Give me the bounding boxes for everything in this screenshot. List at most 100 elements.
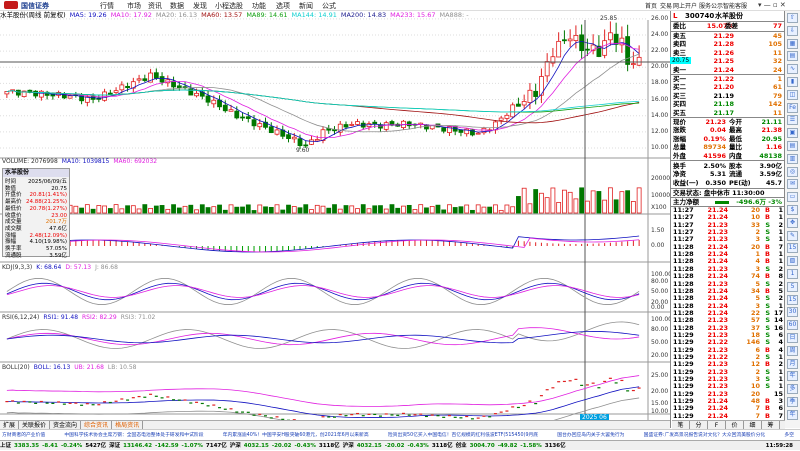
- candle[interactable]: [510, 104, 516, 118]
- candle[interactable]: [217, 99, 222, 108]
- bid-row[interactable]: 买二 21.20 61: [673, 83, 784, 91]
- toolbar-button-3[interactable]: ▤: [787, 51, 798, 62]
- toolbar-button-12[interactable]: ◎: [787, 166, 798, 177]
- toolbar-button-16[interactable]: ✥: [787, 217, 798, 228]
- candle[interactable]: [113, 90, 119, 93]
- toolbar-button-30[interactable]: 季: [787, 397, 798, 407]
- toolbar-button-28[interactable]: 年: [787, 371, 798, 382]
- candle[interactable]: [567, 38, 573, 42]
- toolbar-button-22[interactable]: 15: [787, 294, 798, 305]
- toolbar-button-10[interactable]: ▤: [787, 141, 798, 151]
- toolbar-button-31[interactable]: 年: [787, 409, 798, 420]
- candle[interactable]: [4, 91, 10, 95]
- toolbar-button-15[interactable]: $: [787, 205, 798, 215]
- candle[interactable]: [625, 36, 631, 65]
- candle[interactable]: [355, 121, 360, 125]
- bid-row[interactable]: 买一 21.22 1: [673, 75, 784, 83]
- toolbar-button-13[interactable]: ✉: [787, 179, 798, 190]
- candle[interactable]: [458, 129, 464, 133]
- candle[interactable]: [297, 138, 303, 147]
- candle[interactable]: [498, 117, 504, 121]
- ask-row[interactable]: 卖四 21.28 105: [673, 40, 784, 48]
- toolbar-button-25[interactable]: 日: [787, 333, 798, 343]
- candle[interactable]: [475, 132, 481, 135]
- candle[interactable]: [222, 104, 228, 112]
- bid-row[interactable]: 买五 21.17 11: [673, 109, 784, 117]
- ask-row[interactable]: 卖五 21.29 45: [673, 32, 784, 40]
- candle[interactable]: [441, 127, 447, 132]
- toolbar-button-7[interactable]: Fe: [787, 102, 798, 113]
- candle[interactable]: [343, 124, 349, 128]
- candle[interactable]: [159, 76, 165, 83]
- candle[interactable]: [527, 89, 533, 103]
- toolbar-button-24[interactable]: 60: [787, 320, 798, 331]
- candle[interactable]: [613, 33, 619, 45]
- toolbar-button-5[interactable]: ▮: [787, 77, 798, 87]
- candle[interactable]: [136, 78, 142, 81]
- candle[interactable]: [556, 40, 562, 58]
- toolbar-button-20[interactable]: 1: [787, 269, 798, 279]
- toolbar-button-29[interactable]: 多: [787, 384, 798, 395]
- candle[interactable]: [171, 80, 176, 88]
- candle[interactable]: [504, 114, 510, 119]
- toolbar-button-19[interactable]: ▧: [787, 256, 798, 267]
- toolbar-button-23[interactable]: 30: [787, 307, 798, 318]
- candle[interactable]: [349, 124, 355, 126]
- candle[interactable]: [228, 109, 234, 112]
- candle[interactable]: [234, 110, 240, 119]
- candle[interactable]: [251, 119, 257, 127]
- toolbar-button-21[interactable]: 5: [787, 281, 798, 292]
- toolbar-button-2[interactable]: ▦: [787, 38, 798, 49]
- toolbar-button-26[interactable]: 周: [787, 345, 798, 356]
- toolbar-button-18[interactable]: 15: [787, 243, 798, 254]
- candle[interactable]: [372, 121, 378, 125]
- candle[interactable]: [383, 122, 389, 130]
- candle[interactable]: [607, 32, 613, 41]
- candle[interactable]: [406, 121, 412, 127]
- candle[interactable]: [544, 61, 550, 77]
- ask-row[interactable]: 卖三 21.26 11: [673, 49, 784, 57]
- news-item[interactable]: 险资出资50亿买入中国电信！百亿规模的红利低波ETF(515450)9月底: [388, 430, 538, 440]
- candle[interactable]: [573, 35, 579, 42]
- candle[interactable]: [125, 85, 130, 89]
- candle[interactable]: [153, 72, 159, 79]
- candle[interactable]: [176, 85, 182, 89]
- candle[interactable]: [33, 90, 39, 97]
- candle[interactable]: [314, 139, 320, 142]
- candle[interactable]: [211, 99, 217, 105]
- candle[interactable]: [533, 90, 539, 97]
- toolbar-button-0[interactable]: ⇧: [787, 13, 798, 23]
- candle[interactable]: [107, 92, 113, 95]
- candle[interactable]: [584, 48, 590, 51]
- news-item[interactable]: 方财商者的产业价值: [2, 430, 45, 440]
- candle[interactable]: [636, 56, 642, 66]
- candle[interactable]: [205, 95, 211, 103]
- toolbar-button-4[interactable]: ∿: [787, 64, 798, 75]
- candle[interactable]: [240, 116, 245, 119]
- news-item[interactable]: 中国科学技术协会主席万钢：全固态电池整体处于研发和中试阶段: [64, 430, 203, 440]
- candle[interactable]: [579, 34, 585, 51]
- candle[interactable]: [102, 91, 107, 101]
- candle[interactable]: [194, 92, 199, 97]
- toolbar-button-14[interactable]: ▭: [787, 192, 798, 203]
- toolbar-button-1[interactable]: ⇩: [787, 25, 798, 36]
- news-item[interactable]: 国盛证券:广发高景况报告说对文化？大众回流美股价分化: [644, 430, 766, 440]
- news-item[interactable]: 多空: [784, 430, 794, 440]
- toolbar-button-8[interactable]: ☰: [787, 115, 798, 126]
- toolbar-button-6[interactable]: ◫: [787, 89, 798, 100]
- toolbar-button-17[interactable]: ✎: [787, 230, 798, 241]
- candle[interactable]: [521, 101, 527, 106]
- candle[interactable]: [303, 144, 309, 147]
- candle[interactable]: [67, 95, 73, 99]
- candle[interactable]: [291, 136, 297, 140]
- candle[interactable]: [562, 39, 567, 42]
- candle[interactable]: [268, 126, 274, 134]
- bid-row[interactable]: 买四 21.18 142: [673, 100, 784, 108]
- bid-row[interactable]: 买三 21.19 79: [673, 92, 784, 100]
- candle[interactable]: [257, 123, 263, 128]
- candle[interactable]: [630, 63, 636, 66]
- candle[interactable]: [309, 139, 314, 145]
- candle[interactable]: [286, 134, 291, 139]
- candle[interactable]: [15, 89, 21, 96]
- toolbar-button-9[interactable]: ▣: [787, 128, 798, 139]
